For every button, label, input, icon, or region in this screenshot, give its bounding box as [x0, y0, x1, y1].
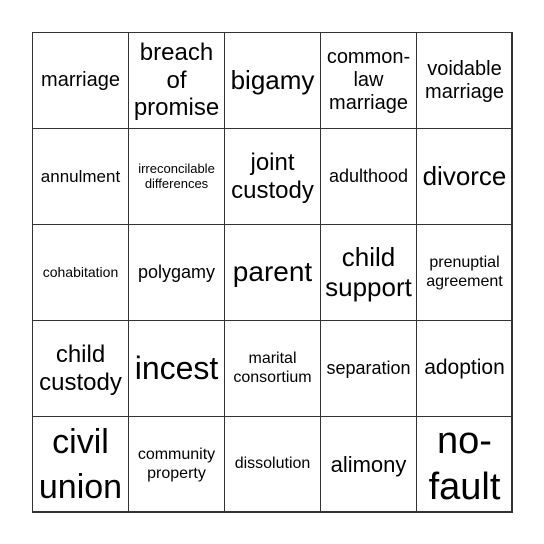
bingo-cell[interactable]: divorce [416, 128, 513, 225]
bingo-cell[interactable]: joint custody [224, 128, 321, 225]
bingo-cell[interactable]: community property [128, 416, 225, 513]
bingo-cell[interactable]: breach of promise [128, 32, 225, 129]
bingo-cell[interactable]: no-fault [416, 416, 513, 513]
bingo-cell[interactable]: voidable marriage [416, 32, 513, 129]
bingo-cell[interactable]: parent [224, 224, 321, 321]
bingo-cell[interactable]: child custody [32, 320, 129, 417]
bingo-cell[interactable]: child support [320, 224, 417, 321]
bingo-cell[interactable]: polygamy [128, 224, 225, 321]
bingo-cell[interactable]: prenuptial agreement [416, 224, 513, 321]
bingo-cell[interactable]: irreconcilable differences [128, 128, 225, 225]
bingo-cell[interactable]: civil union [32, 416, 129, 513]
bingo-cell[interactable]: annulment [32, 128, 129, 225]
bingo-cell[interactable]: separation [320, 320, 417, 417]
bingo-cell[interactable]: adulthood [320, 128, 417, 225]
bingo-cell[interactable]: cohabitation [32, 224, 129, 321]
bingo-cell[interactable]: dissolution [224, 416, 321, 513]
bingo-cell[interactable]: marital consortium [224, 320, 321, 417]
bingo-cell[interactable]: adoption [416, 320, 513, 417]
bingo-card: marriage breach of promise bigamy common… [32, 32, 513, 513]
bingo-cell[interactable]: marriage [32, 32, 129, 129]
bingo-cell[interactable]: incest [128, 320, 225, 417]
bingo-cell[interactable]: bigamy [224, 32, 321, 129]
bingo-cell[interactable]: common-law marriage [320, 32, 417, 129]
bingo-cell[interactable]: alimony [320, 416, 417, 513]
